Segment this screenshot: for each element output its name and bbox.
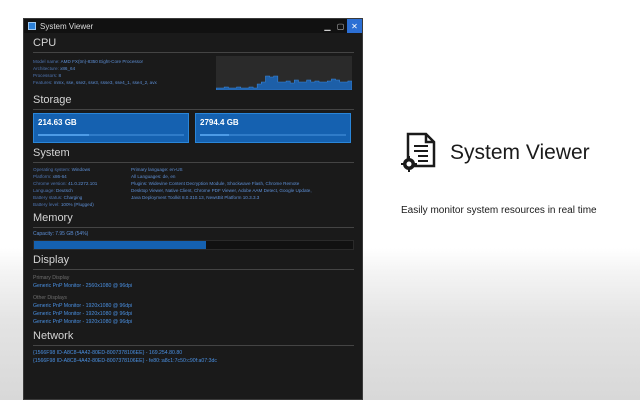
close-button[interactable]: ✕ — [347, 19, 362, 33]
primary-display-label: Primary Display — [33, 275, 70, 281]
document-gear-icon — [401, 132, 436, 172]
network-heading: Network — [33, 330, 74, 342]
drive-size: 2794.4 GB — [200, 118, 239, 127]
system-info-row: Primary language: en-US — [131, 167, 183, 172]
divider — [33, 269, 354, 270]
title-bar[interactable]: System Viewer ▁ ▢ ✕ — [24, 19, 362, 33]
other-display: Generic PnP Monitor - 1920x1080 @ 96dpi — [33, 311, 133, 317]
cpu-info-row: Architecture: x86_64 — [33, 66, 76, 71]
system-info-row: Battery status: Charging — [33, 195, 83, 200]
system-info-row: All Languages: de, en — [131, 174, 176, 179]
storage-drive[interactable]: 2794.4 GB — [195, 113, 351, 143]
window-title: System Viewer — [40, 21, 94, 31]
divider — [33, 162, 354, 163]
system-info-row: Platform: x86-64 — [33, 174, 67, 179]
system-info-row: Language: Deutsch — [33, 188, 73, 193]
brand-tagline: Easily monitor system resources in real … — [401, 205, 597, 216]
cpu-usage-area — [216, 75, 352, 90]
primary-display: Generic PnP Monitor - 2560x1080 @ 96dpi — [33, 283, 133, 289]
minimize-button[interactable]: ▁ — [321, 19, 334, 33]
system-info-row: Desktop Viewer, Native Client, Chrome PD… — [131, 188, 312, 193]
divider — [33, 345, 354, 346]
display-heading: Display — [33, 254, 70, 266]
memory-usage-fill — [34, 241, 207, 249]
system-info-right: Primary language: en-US All Languages: d… — [131, 166, 351, 208]
cpu-info-row: Processors: 8 — [33, 73, 62, 78]
drive-usage-bar — [38, 134, 184, 136]
other-display: Generic PnP Monitor - 1920x1080 @ 96dpi — [33, 319, 133, 325]
divider — [33, 227, 354, 228]
other-displays-label: Other Displays — [33, 295, 68, 301]
cpu-info: Model name: AMD FX(tm)-8350 Eight-Core P… — [33, 58, 211, 86]
maximize-button[interactable]: ▢ — [334, 19, 347, 33]
system-heading: System — [33, 147, 70, 159]
other-display: Generic PnP Monitor - 1920x1080 @ 96dpi — [33, 303, 133, 309]
cpu-info-row: Features: mmx, sse, sse2, sse3, ssse3, s… — [33, 80, 157, 85]
storage-heading: Storage — [33, 94, 72, 106]
cpu-usage-graph — [216, 56, 352, 90]
network-adapter: {1566F98 ID-A8C8-4A42-80ED-8007378106EE}… — [33, 358, 217, 364]
drive-usage-bar — [200, 134, 346, 136]
cpu-info-row: Model name: AMD FX(tm)-8350 Eight-Core P… — [33, 59, 144, 64]
system-info-row: Battery level: 100% (Plugged) — [33, 202, 94, 207]
brand-name: System Viewer — [450, 141, 590, 164]
drive-size: 214.63 GB — [38, 118, 77, 127]
app-icon — [28, 22, 36, 30]
system-info-row: Operating system: Windows — [33, 167, 91, 172]
network-adapter: {1566F98 ID-A8C8-4A42-80ED-8007378106EE}… — [33, 350, 183, 356]
system-info-row: Java Deployment Toolkit 8.0.310.13, News… — [131, 195, 260, 200]
system-info-row: Chrome version: 41.0.2272.101 — [33, 181, 98, 186]
system-viewer-window: System Viewer ▁ ▢ ✕ CPU Model name: AMD … — [23, 18, 363, 400]
divider — [33, 52, 354, 53]
memory-capacity: Capacity: 7.95 GB (54%) — [33, 231, 89, 237]
memory-usage-bar — [33, 240, 354, 250]
storage-drive[interactable]: 214.63 GB — [33, 113, 189, 143]
memory-heading: Memory — [33, 212, 73, 224]
divider — [33, 109, 354, 110]
system-info-left: Operating system: Windows Platform: x86-… — [33, 166, 131, 208]
system-info-row: Plugins: Widevine Content Decryption Mod… — [131, 181, 300, 186]
cpu-heading: CPU — [33, 37, 57, 49]
